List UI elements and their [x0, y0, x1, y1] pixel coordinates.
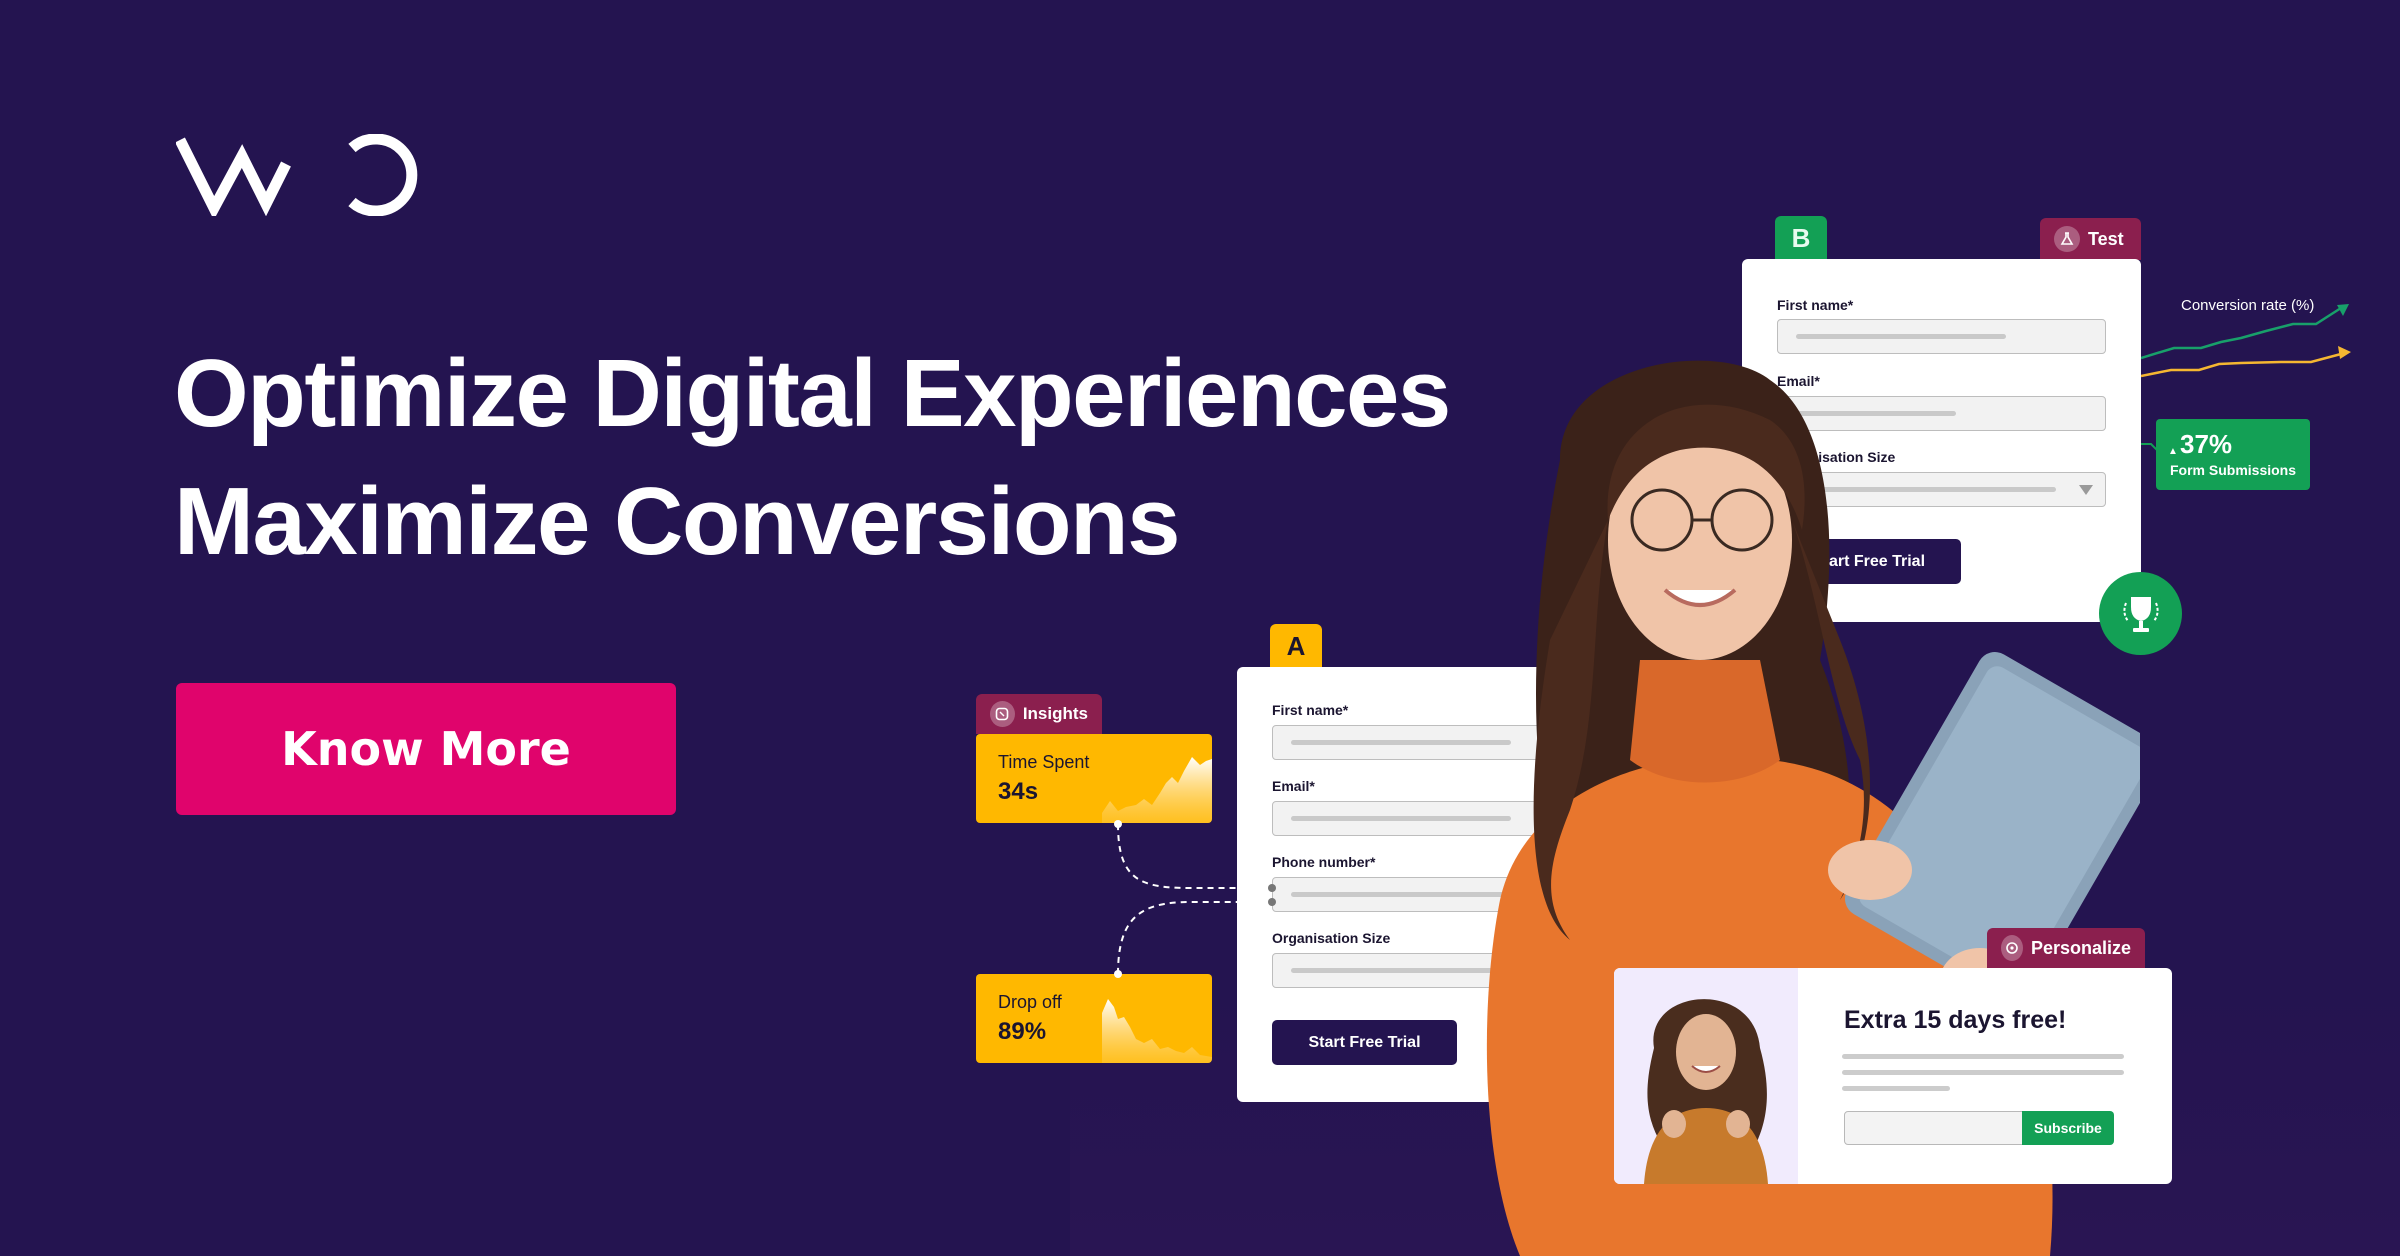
target-icon: [2001, 935, 2023, 961]
personalize-title: Extra 15 days free!: [1844, 1006, 2067, 1034]
drop-off-label: Drop off: [998, 992, 1062, 1012]
time-spent-card: Time Spent 34s: [976, 734, 1212, 823]
time-spent-label: Time Spent: [998, 752, 1090, 772]
insights-icon: [990, 701, 1015, 727]
field-label: Organisation Size: [1272, 930, 1391, 946]
drop-off-sparkline: [1102, 999, 1212, 1063]
conversion-line-b: [2141, 306, 2342, 360]
drop-off-value: 89%: [998, 1018, 1047, 1045]
variant-b-tab: B: [1775, 216, 1827, 260]
insights-tag: Insights: [976, 694, 1102, 734]
insights-tag-label: Insights: [1022, 704, 1088, 723]
time-spent-sparkline: [1102, 757, 1212, 823]
start-free-trial-button-a[interactable]: Start Free Trial: [1272, 1020, 1457, 1065]
time-spent-value: 34s: [998, 778, 1039, 805]
form-submissions-stat: ▲ 37% Form Submissions: [2156, 419, 2310, 490]
subscribe-button[interactable]: Subscribe: [2022, 1111, 2114, 1145]
stat-label: Form Submissions: [2170, 462, 2297, 478]
variant-a-tab: A: [1270, 624, 1322, 668]
insight-connectors: [1114, 820, 1276, 978]
smiling-woman-photo: [1614, 968, 1798, 1184]
headline-line-1: Optimize Digital Experiences: [174, 340, 1451, 447]
hero-headline: Optimize Digital Experiences Maximize Co…: [174, 330, 1451, 586]
field-label: Phone number*: [1272, 854, 1376, 870]
personalize-tag: Personalize: [1987, 928, 2145, 968]
test-tag-label: Test: [2088, 228, 2124, 249]
conversion-line-a: [2141, 352, 2342, 378]
personalize-card: Extra 15 days free! Subscribe: [1614, 968, 2172, 1184]
arrowhead-a: [2338, 346, 2351, 359]
text-placeholder-line: [1842, 1070, 2124, 1075]
drop-off-card: Drop off 89%: [976, 974, 1212, 1063]
text-placeholder-line: [1842, 1086, 1950, 1091]
test-tag: Test: [2040, 218, 2141, 260]
text-placeholder-line: [1842, 1054, 2124, 1059]
field-label: Email*: [1272, 778, 1315, 794]
know-more-button[interactable]: Know More: [176, 683, 676, 815]
subscribe-email-input[interactable]: [1844, 1111, 2024, 1145]
vwo-logo[interactable]: [176, 134, 418, 216]
stat-value: 37%: [2180, 429, 2233, 459]
field-label: First name*: [1777, 297, 1854, 313]
conversion-rate-chart: [2141, 304, 2351, 378]
up-arrow-icon: ▲: [2168, 446, 2178, 457]
flask-icon: [2054, 226, 2080, 252]
headline-line-2: Maximize Conversions: [174, 468, 1180, 575]
field-label: First name*: [1272, 702, 1349, 718]
personalize-tag-label: Personalize: [2030, 937, 2131, 958]
stat-connector: [2141, 443, 2157, 451]
